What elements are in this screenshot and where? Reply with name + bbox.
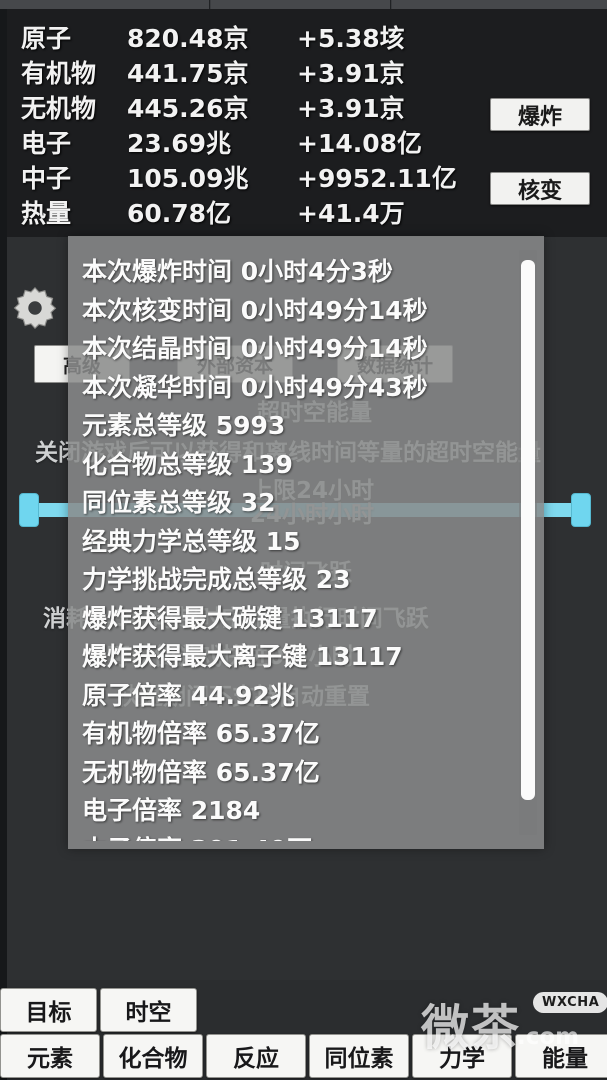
stat-line: 中子倍率 391.49万 (82, 831, 508, 842)
stat-line: 原子倍率 44.92兆 (82, 680, 295, 710)
dialog-scrollbar[interactable] (519, 250, 537, 835)
stat-line: 本次结晶时间 0小时49分14秒 (82, 334, 428, 363)
stat-line: 爆炸获得最大碳键 13117 (82, 603, 378, 633)
stats-dialog[interactable]: 本次爆炸时间 0小时4分3秒 本次核变时间 0小时49分14秒 本次结晶时间 0… (68, 236, 544, 849)
resource-name: 电子 (21, 128, 72, 158)
gear-icon[interactable] (12, 285, 58, 331)
resource-value: 441.75京 (127, 58, 249, 88)
resource-rate: +3.91京 (297, 58, 405, 88)
resource-name: 原子 (21, 23, 72, 53)
stat-line: 经典力学总等级 15 (82, 526, 301, 556)
slider-knob-left[interactable] (19, 493, 39, 527)
resource-rate: +41.4万 (297, 198, 405, 228)
stat-line: 有机物倍率 65.37亿 (82, 719, 320, 748)
stat-line: 爆炸获得最大离子键 13117 (82, 642, 403, 671)
stat-line: 本次凝华时间 0小时49分43秒 (82, 372, 428, 402)
resource-rate: +5.38垓 (297, 23, 405, 53)
stat-line: 本次爆炸时间 0小时4分3秒 (82, 257, 393, 286)
left-rail (0, 9, 7, 1080)
slider-knob-right[interactable] (571, 493, 591, 527)
resource-name: 有机物 (21, 58, 97, 88)
stat-line: 化合物总等级 139 (82, 449, 293, 479)
bottom-nav: 目标 时空 元素 化合物 反应 同位素 力学 能量 (0, 980, 607, 1080)
resource-value: 820.48京 (127, 23, 249, 53)
nav-button-compounds[interactable]: 化合物 (103, 1034, 203, 1078)
stats-list[interactable]: 本次爆炸时间 0小时4分3秒 本次核变时间 0小时49分14秒 本次结晶时间 0… (68, 244, 508, 841)
resource-rate: +14.08亿 (297, 128, 423, 158)
top-band-segment (211, 0, 391, 9)
resource-value: 60.78亿 (127, 198, 232, 228)
top-status-band (0, 0, 607, 9)
app-screen: 原子 820.48京 +5.38垓 有机物 441.75京 +3.91京 无机物… (0, 0, 607, 1080)
top-band-segment (0, 0, 210, 9)
resource-rate: +3.91京 (297, 93, 405, 123)
nav-button-elements[interactable]: 元素 (0, 1034, 100, 1078)
nav-button-goals[interactable]: 目标 (0, 988, 97, 1032)
resource-name: 无机物 (21, 93, 97, 123)
top-band-segment (392, 0, 607, 9)
resource-rate: +9952.11亿 (297, 163, 457, 193)
nav-row-secondary: 元素 化合物 反应 同位素 力学 能量 (0, 1034, 607, 1078)
stat-line: 同位素总等级 32 (82, 488, 276, 517)
resource-name: 热量 (21, 198, 72, 228)
resource-value: 105.09兆 (127, 163, 249, 193)
nav-button-reactions[interactable]: 反应 (206, 1034, 306, 1078)
resource-value: 23.69兆 (127, 128, 232, 158)
fission-button[interactable]: 核变 (490, 172, 590, 205)
explode-button[interactable]: 爆炸 (490, 98, 590, 131)
nav-row-primary: 目标 时空 (0, 988, 200, 1032)
stat-line: 元素总等级 5993 (82, 411, 286, 440)
resource-value: 445.26京 (127, 93, 249, 123)
nav-button-mechanics[interactable]: 力学 (412, 1034, 512, 1078)
resource-row: 原子 820.48京 +5.38垓 (7, 19, 607, 54)
stat-line: 本次核变时间 0小时49分14秒 (82, 295, 428, 325)
resource-name: 中子 (21, 163, 72, 193)
nav-button-spacetime[interactable]: 时空 (100, 988, 197, 1032)
nav-button-energy[interactable]: 能量 (515, 1034, 607, 1078)
stat-line: 无机物倍率 65.37亿 (82, 757, 320, 787)
resource-row: 有机物 441.75京 +3.91京 (7, 54, 607, 89)
stat-line: 电子倍率 2184 (82, 796, 261, 825)
stat-line: 力学挑战完成总等级 23 (82, 565, 351, 594)
dialog-scrollbar-thumb[interactable] (521, 260, 535, 800)
nav-button-isotopes[interactable]: 同位素 (309, 1034, 409, 1078)
